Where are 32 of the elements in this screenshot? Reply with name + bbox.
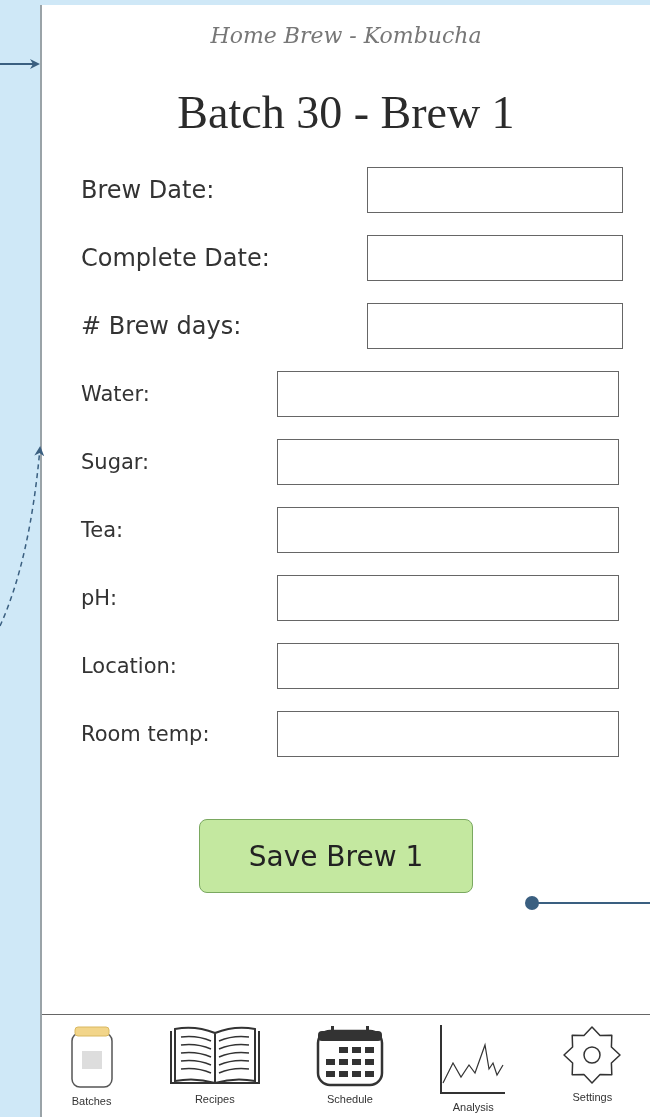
nav-tab[interactable]: Recipes (162, 1015, 267, 1117)
field-label: pH: (81, 586, 119, 610)
input-field[interactable] (277, 439, 619, 485)
field-label: Sugar: (81, 450, 151, 474)
input-field[interactable] (367, 167, 623, 213)
input-field[interactable] (277, 507, 619, 553)
input-field[interactable] (367, 235, 623, 281)
annotation-arrow (0, 59, 40, 69)
nav-tab[interactable]: Schedule (309, 1015, 390, 1117)
field-label: # Brew days: (81, 312, 243, 340)
book-icon (168, 1025, 261, 1087)
jar-icon (69, 1025, 114, 1089)
settings-icon (562, 1025, 623, 1085)
nav-tab[interactable]: Batches (63, 1015, 120, 1117)
nav-tab[interactable]: Analysis (433, 1015, 514, 1117)
app-title: Home Brew - Kombucha (210, 23, 482, 48)
input-field[interactable] (277, 371, 619, 417)
field-label: Location: (81, 654, 178, 678)
field-label: Tea: (81, 518, 125, 542)
field-label: Water: (81, 382, 151, 406)
input-field[interactable] (277, 711, 619, 757)
input-field[interactable] (277, 643, 619, 689)
field-label: Room temp: (81, 722, 211, 746)
nav-tab[interactable]: Settings (556, 1015, 629, 1117)
calendar-icon (315, 1025, 384, 1087)
page-heading: Batch 30 - Brew 1 (177, 86, 515, 139)
input-field[interactable] (277, 575, 619, 621)
input-field[interactable] (367, 303, 623, 349)
line-chart-icon (439, 1025, 508, 1095)
field-label: Complete Date: (81, 244, 271, 272)
save-button[interactable]: Save Brew 1 (199, 819, 473, 893)
field-label: Brew Date: (81, 176, 216, 204)
